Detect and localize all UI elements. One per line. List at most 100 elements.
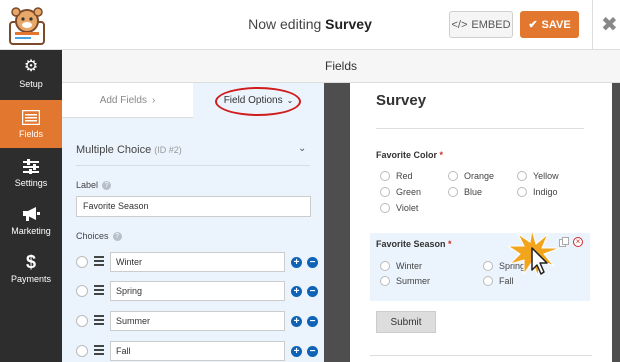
choice-row: Spring + − bbox=[76, 281, 318, 301]
help-icon[interactable]: ? bbox=[102, 181, 112, 191]
tab-label: Add Fields bbox=[99, 94, 147, 106]
choice-input[interactable]: Spring bbox=[110, 281, 285, 301]
radio-option[interactable]: Winter bbox=[380, 261, 422, 271]
sidebar-item-payments[interactable]: $ Payments bbox=[0, 245, 62, 293]
submit-button[interactable]: Submit bbox=[376, 311, 436, 333]
radio-button[interactable] bbox=[448, 171, 458, 181]
radio-option[interactable]: Red bbox=[380, 171, 413, 181]
dollar-icon: $ bbox=[25, 252, 36, 272]
form-name: Survey bbox=[325, 16, 372, 32]
tab-add-fields[interactable]: Add Fields › bbox=[62, 83, 193, 118]
preview-bottom-edge bbox=[370, 355, 592, 362]
form-title: Survey bbox=[376, 92, 427, 109]
remove-choice-icon[interactable]: − bbox=[307, 316, 318, 327]
radio-button[interactable] bbox=[380, 171, 390, 181]
chevron-right-icon: › bbox=[151, 94, 156, 106]
default-radio[interactable] bbox=[76, 256, 88, 268]
option-label: Red bbox=[396, 171, 413, 181]
add-choice-icon[interactable]: + bbox=[291, 346, 302, 357]
choice-input[interactable]: Fall bbox=[110, 341, 285, 361]
help-icon[interactable]: ? bbox=[112, 232, 122, 242]
sidebar-item-fields[interactable]: Fields bbox=[0, 100, 62, 148]
radio-option[interactable]: Orange bbox=[448, 171, 494, 181]
code-icon: </> bbox=[451, 18, 468, 31]
radio-button[interactable] bbox=[517, 187, 527, 197]
drag-handle-icon[interactable] bbox=[94, 285, 104, 295]
panel-tabs: Add Fields › Field Options ⌄ bbox=[62, 83, 324, 118]
field-label-text: Favorite Season bbox=[376, 239, 446, 249]
click-burst-icon bbox=[508, 230, 560, 278]
option-label: Yellow bbox=[533, 171, 559, 181]
required-marker: * bbox=[439, 150, 444, 160]
label-caption-text: Label bbox=[76, 180, 99, 190]
field-options-panel: Add Fields › Field Options ⌄ Multiple Ch… bbox=[62, 83, 324, 362]
gear-icon: ⚙ bbox=[23, 58, 39, 75]
radio-button[interactable] bbox=[448, 187, 458, 197]
sidebar-item-label: Fields bbox=[18, 128, 43, 139]
default-radio[interactable] bbox=[76, 345, 88, 357]
choices-caption: Choices? bbox=[76, 231, 122, 242]
radio-button[interactable] bbox=[483, 276, 493, 286]
default-radio[interactable] bbox=[76, 285, 88, 297]
field-label[interactable]: Favorite Season * bbox=[376, 239, 452, 249]
sidebar-item-marketing[interactable]: Marketing bbox=[0, 197, 62, 245]
sidebar-item-settings[interactable]: Settings bbox=[0, 149, 62, 197]
divider bbox=[376, 128, 584, 129]
radio-button[interactable] bbox=[380, 261, 390, 271]
default-radio[interactable] bbox=[76, 315, 88, 327]
sidebar-item-setup[interactable]: ⚙ Setup bbox=[0, 50, 62, 98]
radio-button[interactable] bbox=[483, 261, 493, 271]
field-type-title[interactable]: Multiple Choice (ID #2) bbox=[76, 144, 182, 156]
option-label: Green bbox=[396, 187, 422, 197]
sidebar: ⚙ Setup Fields Settings Marketing $ Paym… bbox=[0, 50, 62, 362]
top-bar: Now editing Survey </> EMBED ✔ SAVE ✖ bbox=[0, 0, 620, 50]
remove-choice-icon[interactable]: − bbox=[307, 257, 318, 268]
duplicate-icon[interactable] bbox=[559, 237, 569, 247]
sidebar-item-label: Setup bbox=[19, 79, 43, 89]
option-label: Blue bbox=[464, 187, 483, 197]
chevron-down-icon[interactable]: ⌄ bbox=[298, 143, 306, 154]
close-icon[interactable]: ✖ bbox=[601, 12, 618, 37]
embed-label: EMBED bbox=[471, 18, 511, 31]
choices-caption-text: Choices bbox=[76, 231, 109, 241]
radio-button[interactable] bbox=[380, 187, 390, 197]
divider bbox=[76, 165, 310, 166]
field-id: (ID #2) bbox=[154, 145, 182, 155]
radio-option[interactable]: Yellow bbox=[517, 171, 559, 181]
sidebar-item-label: Settings bbox=[14, 177, 48, 188]
radio-option[interactable]: Indigo bbox=[517, 187, 558, 197]
field-label[interactable]: Favorite Color * bbox=[376, 150, 443, 160]
drag-handle-icon[interactable] bbox=[94, 256, 104, 266]
radio-option[interactable]: Summer bbox=[380, 276, 430, 286]
save-button[interactable]: ✔ SAVE bbox=[520, 11, 579, 38]
embed-button[interactable]: </> EMBED bbox=[449, 11, 513, 38]
field-label-text: Favorite Color bbox=[376, 150, 438, 160]
remove-choice-icon[interactable]: − bbox=[307, 286, 318, 297]
choice-row: Winter + − bbox=[76, 252, 318, 272]
add-choice-icon[interactable]: + bbox=[291, 286, 302, 297]
radio-option[interactable]: Blue bbox=[448, 187, 482, 197]
label-input[interactable]: Favorite Season bbox=[76, 196, 311, 217]
radio-option[interactable]: Green bbox=[380, 187, 421, 197]
delete-icon[interactable]: × bbox=[573, 237, 583, 247]
check-icon: ✔ bbox=[528, 19, 538, 31]
option-label: Indigo bbox=[533, 187, 558, 197]
radio-button[interactable] bbox=[517, 171, 527, 181]
add-choice-icon[interactable]: + bbox=[291, 316, 302, 327]
choice-input[interactable]: Winter bbox=[110, 252, 285, 272]
remove-choice-icon[interactable]: − bbox=[307, 346, 318, 357]
add-choice-icon[interactable]: + bbox=[291, 257, 302, 268]
field-type: Multiple Choice bbox=[76, 144, 152, 156]
choice-input[interactable]: Summer bbox=[110, 311, 285, 331]
radio-button[interactable] bbox=[380, 276, 390, 286]
drag-handle-icon[interactable] bbox=[94, 345, 104, 355]
sliders-icon bbox=[23, 158, 39, 174]
form-preview: Survey Favorite Color * Red Orange Yello… bbox=[350, 83, 612, 362]
radio-button[interactable] bbox=[380, 203, 390, 213]
list-icon bbox=[22, 109, 40, 125]
radio-option[interactable]: Violet bbox=[380, 203, 418, 213]
drag-handle-icon[interactable] bbox=[94, 315, 104, 325]
choice-row: Summer + − bbox=[76, 311, 318, 331]
header-divider bbox=[592, 0, 593, 50]
editing-prefix: Now editing bbox=[248, 16, 322, 32]
